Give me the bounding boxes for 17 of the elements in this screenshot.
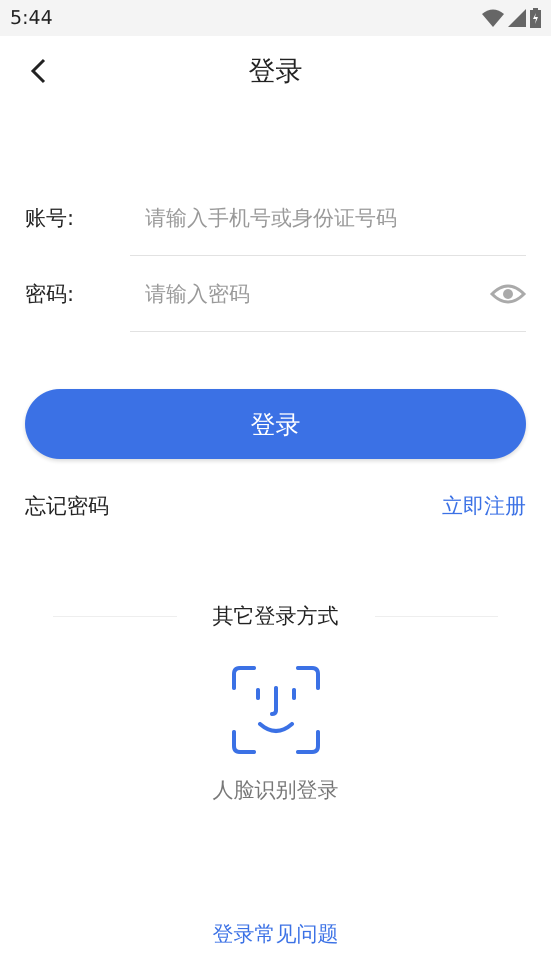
- help-link[interactable]: 登录常见问题: [0, 920, 551, 948]
- wifi-icon: [482, 9, 504, 27]
- input-field[interactable]: 请输入手机号或身份证号码: [143, 204, 526, 230]
- forgot-password-link[interactable]: 忘记密码: [25, 492, 109, 520]
- field-label: 密码:: [25, 281, 76, 308]
- section-title: 其它登录方式: [212, 603, 338, 630]
- register-link[interactable]: 立即注册: [442, 492, 526, 520]
- status-time: 5:44: [10, 7, 53, 29]
- field-label: 账号:: [25, 205, 76, 232]
- signal-icon: [508, 9, 526, 27]
- login-button[interactable]: 登录: [25, 389, 526, 459]
- battery-icon: [530, 8, 541, 28]
- page-title: 登录: [248, 55, 302, 89]
- eye-icon[interactable]: [490, 282, 526, 306]
- face-id-button[interactable]: [232, 666, 320, 754]
- input-field[interactable]: 请输入密码: [143, 280, 490, 306]
- face-login-label: 人脸识别登录: [212, 777, 338, 804]
